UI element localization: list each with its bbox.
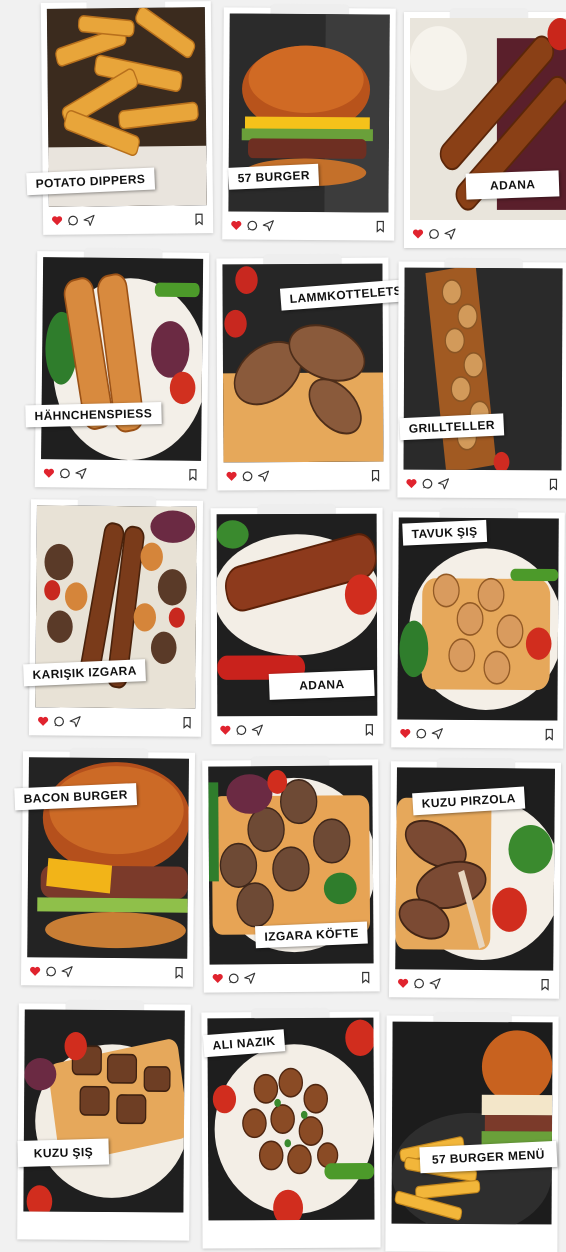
menu-card[interactable]: HÄHNCHENSPIESS <box>25 251 210 489</box>
bookmark-icon[interactable] <box>187 469 199 481</box>
action-bar <box>225 468 381 485</box>
menu-card[interactable]: BACON BURGER <box>14 751 196 987</box>
bookmark-icon[interactable] <box>360 971 372 984</box>
heart-icon[interactable] <box>51 215 63 227</box>
action-bar <box>37 713 193 730</box>
menu-card[interactable]: LAMMKOTTELETS <box>216 257 412 491</box>
dish-label: HÄHNCHENSPIESS <box>25 402 162 428</box>
heart-icon[interactable] <box>29 965 41 977</box>
heart-icon[interactable] <box>212 972 224 984</box>
comment-icon[interactable] <box>415 728 427 740</box>
send-icon[interactable] <box>61 966 73 978</box>
action-bar <box>51 211 205 229</box>
comment-icon[interactable] <box>228 972 240 984</box>
action-bar <box>405 476 559 493</box>
heart-icon[interactable] <box>43 467 55 479</box>
send-icon[interactable] <box>431 728 443 740</box>
dish-label: KUZU ŞIŞ <box>17 1138 110 1167</box>
action-bar <box>397 975 551 992</box>
menu-card[interactable]: ADANA <box>404 12 566 248</box>
dish-label: TAVUK ŞIŞ <box>402 519 487 546</box>
comment-icon[interactable] <box>428 228 440 240</box>
food-photo <box>403 267 563 471</box>
send-icon[interactable] <box>251 724 263 736</box>
heart-icon[interactable] <box>397 977 409 989</box>
comment-icon[interactable] <box>421 478 433 490</box>
menu-card[interactable]: KARIŞIK IZGARA <box>23 499 204 737</box>
bookmark-icon[interactable] <box>370 470 382 482</box>
comment-icon[interactable] <box>242 470 254 482</box>
dish-label: 57 BURGER <box>228 163 320 190</box>
heart-icon[interactable] <box>37 715 49 727</box>
action-bar <box>412 226 566 242</box>
menu-card[interactable]: KUZU ŞIŞ <box>17 1003 191 1241</box>
send-icon[interactable] <box>429 978 441 990</box>
heart-icon[interactable] <box>412 228 424 240</box>
menu-card[interactable]: IZGARA KÖFTE <box>202 759 380 993</box>
bookmark-icon[interactable] <box>193 213 205 226</box>
bookmark-icon[interactable] <box>181 716 193 729</box>
send-icon[interactable] <box>437 478 450 490</box>
menu-card[interactable]: ALI NAZIK <box>201 1011 381 1249</box>
menu-card[interactable]: 57 BURGER MENÜ <box>385 1015 559 1252</box>
comment-icon[interactable] <box>413 977 425 989</box>
menu-card[interactable]: POTATO DIPPERS <box>26 1 214 235</box>
menu-card[interactable]: KUZU PIRZOLA <box>388 761 562 999</box>
heart-icon[interactable] <box>226 470 238 482</box>
send-icon[interactable] <box>69 716 81 728</box>
action-bar <box>399 725 555 742</box>
action-bar <box>212 969 372 986</box>
food-photo <box>41 257 204 461</box>
bookmark-icon[interactable] <box>547 478 559 491</box>
send-icon[interactable] <box>444 228 456 240</box>
comment-icon[interactable] <box>59 467 71 479</box>
bookmark-icon[interactable] <box>543 728 555 741</box>
comment-icon[interactable] <box>67 215 79 227</box>
food-photo <box>391 1021 553 1225</box>
heart-icon[interactable] <box>219 724 231 736</box>
dish-label: IZGARA KÖFTE <box>255 921 369 949</box>
send-icon[interactable] <box>75 468 87 480</box>
heart-icon[interactable] <box>230 219 242 231</box>
menu-card[interactable]: ADANA <box>210 507 384 745</box>
dish-label: ADANA <box>465 170 560 200</box>
menu-card[interactable]: TAVUK ŞIŞ <box>391 511 565 749</box>
bookmark-icon[interactable] <box>539 978 551 991</box>
action-bar <box>43 465 199 483</box>
send-icon[interactable] <box>257 470 270 482</box>
bookmark-icon[interactable] <box>173 966 185 979</box>
comment-icon[interactable] <box>235 724 247 736</box>
bookmark-icon[interactable] <box>374 220 386 233</box>
heart-icon[interactable] <box>399 727 411 739</box>
menu-card[interactable]: GRILLTELLER <box>397 261 566 499</box>
send-icon[interactable] <box>244 972 256 984</box>
dish-label: ADANA <box>268 669 376 700</box>
comment-icon[interactable] <box>45 965 57 977</box>
action-bar <box>219 722 375 739</box>
menu-card[interactable]: 57 BURGER <box>222 7 396 241</box>
send-icon[interactable] <box>262 220 274 232</box>
food-photo <box>23 1009 185 1213</box>
food-photo <box>397 517 559 721</box>
comment-icon[interactable] <box>246 220 258 232</box>
heart-icon[interactable] <box>405 478 417 490</box>
action-bar <box>230 217 386 234</box>
comment-icon[interactable] <box>53 715 65 727</box>
bookmark-icon[interactable] <box>363 724 375 736</box>
send-icon[interactable] <box>83 214 95 226</box>
action-bar <box>29 963 185 980</box>
